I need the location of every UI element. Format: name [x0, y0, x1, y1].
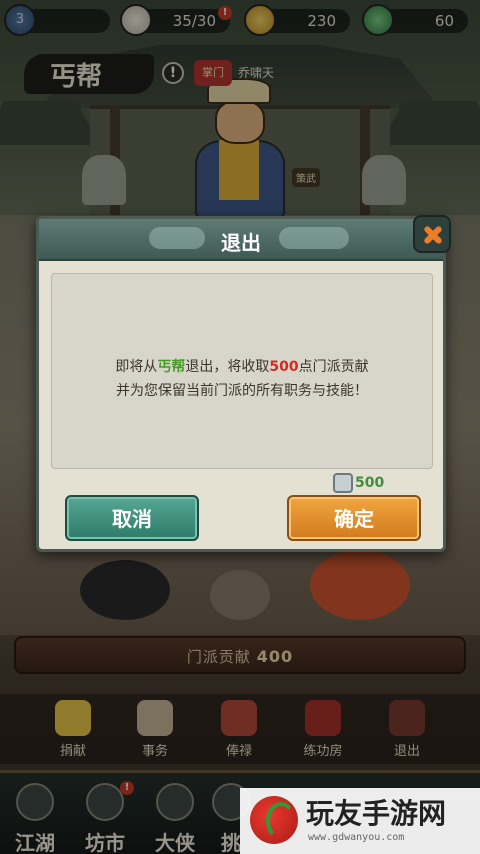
- dialog-header: 退出: [39, 219, 443, 261]
- message-text: 即将从: [115, 359, 158, 375]
- close-icon[interactable]: [413, 215, 451, 253]
- message-line-1: 即将从丐帮退出，将收取500点门派贡献: [52, 356, 432, 376]
- cost-value: 500: [355, 475, 385, 491]
- confirm-button[interactable]: 确定: [287, 495, 421, 541]
- contribution-cost-highlight: 500: [269, 359, 299, 375]
- sect-name-highlight: 丐帮: [157, 359, 186, 375]
- cancel-button[interactable]: 取消: [65, 495, 199, 541]
- dialog-title: 退出: [221, 231, 261, 255]
- message-box: 即将从丐帮退出，将收取500点门派贡献 并为您保留当前门派的所有职务与技能！: [51, 273, 433, 469]
- message-line-2: 并为您保留当前门派的所有职务与技能！: [116, 383, 368, 399]
- site-watermark: 玩友手游网 www.gdwanyou.com: [240, 788, 480, 854]
- contribution-cost: 500: [333, 471, 393, 495]
- message-text: 退出，将收取: [185, 359, 270, 375]
- message-text: 点门派贡献: [298, 359, 369, 375]
- watermark-url: www.gdwanyou.com: [308, 832, 405, 843]
- watermark-logo-icon: [250, 796, 298, 844]
- contribution-icon: [333, 473, 353, 493]
- watermark-title: 玩友手游网: [306, 797, 447, 830]
- leave-sect-dialog: 退出 即将从丐帮退出，将收取500点门派贡献 并为您保留当前门派的所有职务与技能…: [36, 215, 451, 552]
